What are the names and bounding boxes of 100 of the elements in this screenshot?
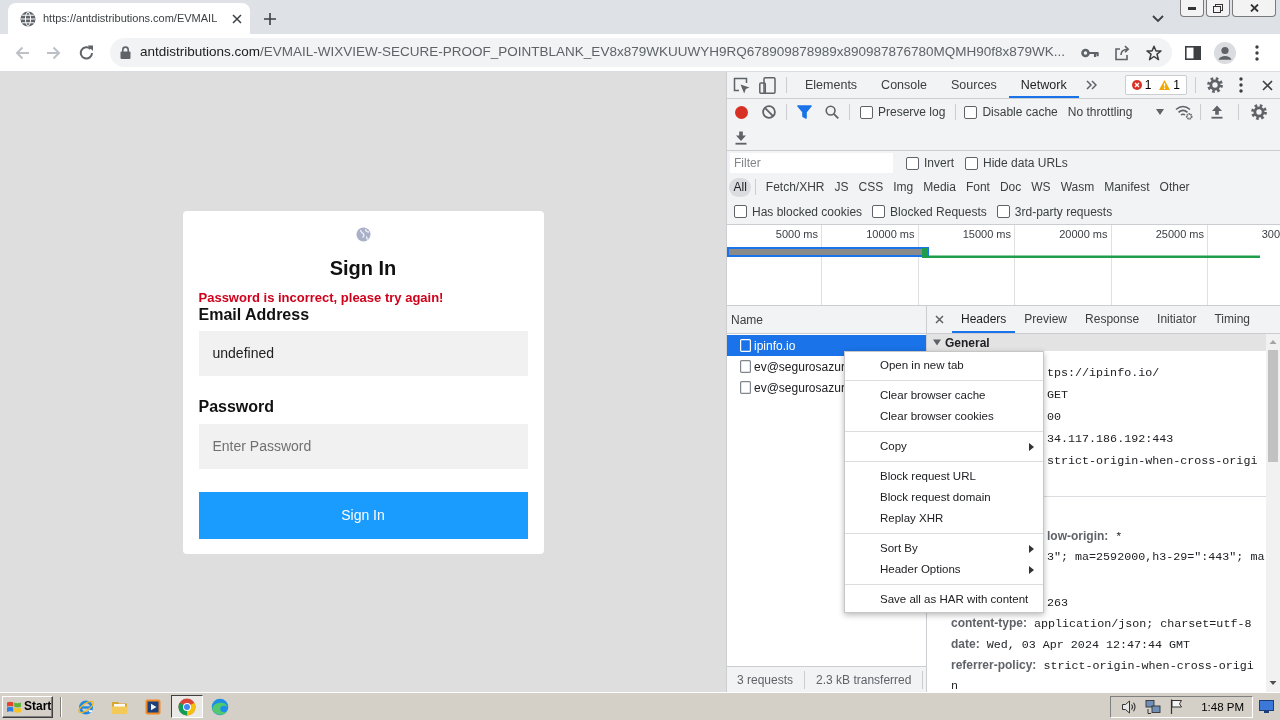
menu-item[interactable]: Clear browser cookies — [845, 406, 1043, 427]
search-icon[interactable] — [825, 105, 839, 119]
address-bar[interactable]: antdistributions.com/EVMAIL-WIXVIEW-SECURE-PROOF_POINTBLANK_EV8x879WKUUWYH9RQ678909878989x890987876780MQMH90f8x879WK... — [110, 38, 1172, 67]
throttling-dropdown[interactable]: No throttling — [1063, 101, 1170, 123]
browser-tab[interactable]: https://antdistributions.com/EVMAIL — [8, 3, 250, 34]
media-player-icon[interactable] — [145, 698, 161, 715]
menu-item[interactable]: Sort By — [845, 538, 1043, 559]
issues-button[interactable]: 1 1 — [1124, 75, 1187, 95]
close-icon[interactable] — [232, 13, 242, 24]
filter-field[interactable]: Filter — [730, 153, 893, 173]
panel-tab[interactable]: Elements — [793, 72, 870, 98]
request-name[interactable]: ev@segurosazur — [754, 380, 845, 395]
settings-icon[interactable] — [1207, 77, 1223, 93]
resource-type-filter[interactable]: All — [729, 177, 752, 197]
minimize-button[interactable] — [1180, 0, 1204, 17]
start-button[interactable]: Start — [2, 695, 53, 718]
key-icon[interactable] — [1081, 47, 1099, 58]
settings-icon[interactable] — [1250, 104, 1267, 120]
resource-type-filter[interactable]: WS — [1026, 177, 1056, 197]
share-icon[interactable] — [1114, 44, 1130, 61]
more-tabs-icon[interactable] — [1086, 80, 1098, 90]
checkbox[interactable] — [965, 156, 978, 170]
checkbox[interactable] — [872, 205, 886, 218]
email-field[interactable]: undefined — [198, 330, 528, 376]
profile-icon[interactable] — [1214, 41, 1236, 64]
detail-tab[interactable]: Timing — [1205, 306, 1259, 333]
menu-item[interactable]: Header Options — [845, 559, 1043, 580]
section-header[interactable]: General — [927, 334, 1266, 351]
lock-icon[interactable] — [120, 46, 131, 59]
restore-button[interactable] — [1206, 0, 1230, 17]
resource-type-filter[interactable]: Font — [961, 177, 995, 197]
checkbox-label[interactable]: Has blocked cookies — [752, 204, 863, 219]
detail-tab[interactable]: Initiator — [1148, 306, 1206, 333]
device-toolbar-icon[interactable] — [758, 76, 776, 94]
browser-icon — [177, 697, 196, 716]
star-icon[interactable] — [1146, 44, 1162, 61]
checkbox[interactable] — [860, 105, 873, 119]
clear-icon[interactable] — [762, 105, 776, 119]
resource-type-filter[interactable]: Img — [888, 177, 918, 197]
speaker-icon[interactable] — [1121, 698, 1138, 715]
header-entry: tps://ipinfo.io/ — [1047, 365, 1160, 382]
network-icon[interactable] — [1145, 698, 1162, 715]
clock-text[interactable]: 1:48 PM — [1201, 699, 1244, 714]
close-icon[interactable] — [934, 315, 944, 324]
menu-item[interactable]: Save all as HAR with content — [845, 589, 1043, 610]
detail-tab[interactable]: Preview — [1015, 306, 1077, 333]
vertical-scrollbar[interactable] — [1266, 334, 1280, 692]
request-name[interactable]: ev@segurosazur — [754, 359, 845, 374]
resource-type-filter[interactable]: CSS — [854, 177, 888, 197]
checkbox[interactable] — [996, 205, 1010, 218]
menu-item[interactable]: Clear browser cache — [845, 385, 1043, 406]
checkbox[interactable] — [906, 156, 919, 170]
checkbox-label[interactable]: Invert — [924, 156, 954, 170]
checkbox-label[interactable]: Disable cache — [982, 105, 1058, 119]
checkbox-label[interactable]: 3rd-party requests — [1014, 204, 1113, 219]
time-tick-label: 25000 ms — [1155, 228, 1204, 241]
taskbar-button[interactable] — [170, 695, 203, 718]
reload-icon[interactable] — [78, 45, 94, 60]
upload-icon[interactable] — [1210, 105, 1223, 119]
show-desktop-icon[interactable] — [1259, 700, 1274, 713]
plus-icon[interactable] — [264, 12, 276, 25]
wifi-settings-icon[interactable] — [1174, 104, 1193, 120]
resource-type-filter[interactable]: Doc — [995, 177, 1026, 197]
menu-item[interactable]: Copy — [845, 436, 1043, 457]
resource-type-filter[interactable]: JS — [830, 177, 854, 197]
flag-icon[interactable] — [1169, 699, 1184, 714]
checkbox-label[interactable]: Blocked Requests — [890, 204, 987, 219]
filter-icon[interactable] — [796, 105, 812, 119]
download-icon[interactable] — [735, 130, 747, 145]
password-field[interactable]: Enter Password — [198, 423, 528, 469]
checkbox[interactable] — [734, 205, 747, 218]
resource-type-filter[interactable]: Manifest — [1099, 177, 1155, 197]
close-window-button[interactable] — [1232, 0, 1276, 17]
panel-tab[interactable]: Console — [869, 72, 939, 98]
kebab-menu-icon[interactable] — [1255, 44, 1259, 61]
menu-item[interactable]: Replay XHR — [845, 508, 1043, 529]
resource-type-filter[interactable]: Fetch/XHR — [761, 177, 830, 197]
resource-type-filter[interactable]: Wasm — [1056, 177, 1099, 197]
record-icon[interactable] — [734, 105, 748, 119]
checkbox-label[interactable]: Preserve log — [878, 105, 946, 119]
panel-tab[interactable]: Sources — [939, 72, 1009, 98]
column-header[interactable]: Name — [731, 312, 763, 327]
close-icon[interactable] — [1261, 79, 1273, 91]
resource-type-filter[interactable]: Other — [1155, 177, 1195, 197]
menu-item[interactable]: Block request URL — [845, 466, 1043, 487]
side-panel-icon[interactable] — [1185, 45, 1201, 60]
inspect-element-icon[interactable] — [732, 76, 750, 94]
menu-item[interactable]: Block request domain — [845, 487, 1043, 508]
card-title: Sign In — [329, 255, 397, 280]
header-entry: content-type: application/json; charset=utf-8 — [951, 615, 1252, 633]
chevron-down-icon[interactable] — [1152, 14, 1164, 23]
kebab-menu-icon[interactable] — [1239, 77, 1243, 93]
checkbox[interactable] — [964, 105, 978, 119]
header-entry: GET — [1047, 387, 1069, 404]
menu-item[interactable]: Open in new tab — [845, 355, 1043, 376]
detail-tab[interactable]: Response — [1076, 306, 1149, 333]
header-entry: strict-origin-when-cross-origi — [1047, 453, 1258, 470]
field-label: Email Address — [198, 305, 310, 324]
checkbox-label[interactable]: Hide data URLs — [983, 156, 1068, 170]
resource-type-filter[interactable]: Media — [918, 177, 961, 197]
